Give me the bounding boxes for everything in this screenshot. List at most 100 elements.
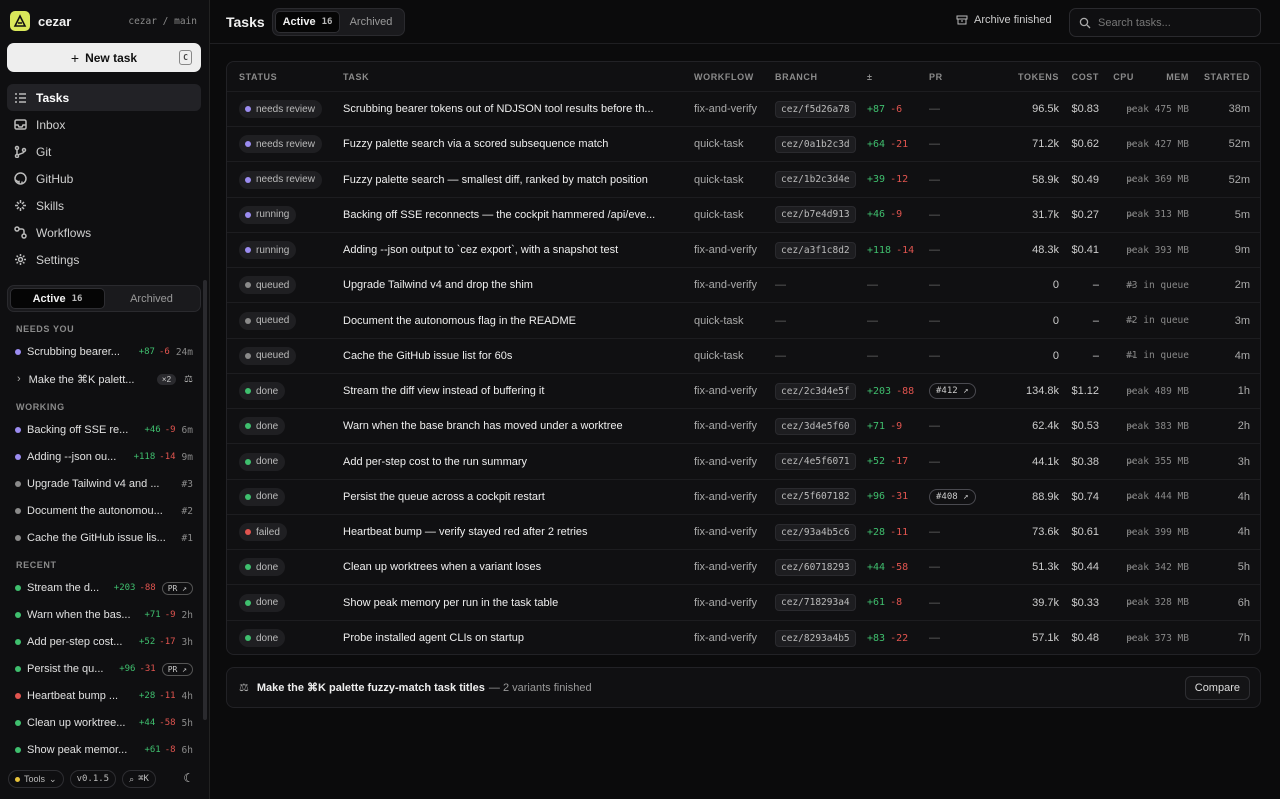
task-cell[interactable]: Cache the GitHub issue list for 60s: [343, 339, 683, 373]
table-row[interactable]: queued Upgrade Tailwind v4 and drop the s…: [227, 268, 1260, 304]
pr-link-badge[interactable]: #408 ↗: [929, 488, 976, 505]
column-header[interactable]: TOKENS: [1018, 62, 1059, 91]
recent-item[interactable]: Persist the qu... +96 -31 PR ↗: [15, 660, 193, 678]
branch-badge[interactable]: cez/60718293: [775, 558, 856, 576]
task-cell[interactable]: Adding --json output to `cez export`, wi…: [343, 233, 683, 267]
task-cell[interactable]: Clean up worktrees when a variant loses: [343, 550, 683, 584]
nav-item-skills[interactable]: Skills: [7, 192, 201, 219]
table-row[interactable]: needs review Fuzzy palette search via a s…: [227, 127, 1260, 163]
theme-toggle-moon-icon[interactable]: ☾: [183, 771, 194, 785]
column-header[interactable]: STATUS: [239, 62, 277, 91]
status-dot-icon: [15, 585, 21, 591]
task-cell[interactable]: Probe installed agent CLIs on startup: [343, 621, 683, 654]
command-search-button[interactable]: ⌕ ⌘K: [122, 770, 156, 788]
task-cell[interactable]: Heartbeat bump — verify stayed red after…: [343, 515, 683, 549]
table-row[interactable]: done Stream the diff view instead of buff…: [227, 374, 1260, 409]
table-row[interactable]: done Add per-step cost to the run summary…: [227, 445, 1260, 480]
task-cell[interactable]: Show peak memory per run in the task tab…: [343, 586, 683, 620]
column-header[interactable]: BRANCH: [775, 62, 818, 91]
brand[interactable]: cezar: [10, 11, 71, 31]
branch-badge[interactable]: cez/5f607182: [775, 488, 856, 506]
needs-you-item[interactable]: Scrubbing bearer... +87 -6 24m: [15, 343, 193, 361]
table-row[interactable]: done Show peak memory per run in the task…: [227, 586, 1260, 621]
pr-link-badge[interactable]: #412 ↗: [929, 383, 976, 399]
task-cell[interactable]: Add per-step cost to the run summary: [343, 445, 683, 479]
sidebar-tab-active[interactable]: Active 16: [10, 288, 105, 309]
pr-link-badge[interactable]: PR ↗: [161, 581, 193, 595]
compare-button[interactable]: Compare: [1184, 676, 1250, 700]
table-row[interactable]: done Clean up worktrees when a variant lo…: [227, 550, 1260, 586]
task-title: Fuzzy palette search via a scored subseq…: [343, 138, 609, 151]
sidebar-scrollbar[interactable]: [203, 280, 207, 720]
nav-item-settings[interactable]: Settings: [7, 246, 201, 273]
task-cell[interactable]: Stream the diff view instead of bufferin…: [343, 374, 683, 408]
table-row[interactable]: running Backing off SSE reconnects — the …: [227, 198, 1260, 233]
branch-badge[interactable]: cez/718293a4: [775, 594, 856, 611]
branch-badge[interactable]: cez/3d4e5f60: [775, 417, 856, 435]
branch-badge[interactable]: cez/93a4b5c6: [775, 523, 856, 541]
column-header[interactable]: STARTED: [1204, 62, 1250, 91]
branch-badge[interactable]: cez/0a1b2c3d: [775, 135, 856, 153]
new-task-button[interactable]: + New task C: [7, 43, 201, 72]
recent-item[interactable]: Clean up worktree... +44 -58 5h: [15, 714, 193, 732]
branch-badge[interactable]: cez/8293a4b5: [775, 629, 856, 647]
tab-archived[interactable]: Archived: [340, 11, 402, 33]
column-header[interactable]: TASK: [343, 62, 683, 91]
column-header[interactable]: CPU: [1113, 62, 1134, 91]
column-header[interactable]: ±: [867, 62, 873, 91]
search-input[interactable]: [1098, 16, 1248, 29]
working-item[interactable]: Backing off SSE re... +46 -9 6m: [15, 421, 193, 439]
working-item[interactable]: Cache the GitHub issue lis... #1: [15, 529, 193, 547]
branch-badge[interactable]: cez/f5d26a78: [775, 100, 856, 118]
task-cell[interactable]: Fuzzy palette search via a scored subseq…: [343, 127, 683, 161]
tab-active[interactable]: Active 16: [275, 11, 340, 33]
task-cell[interactable]: Fuzzy palette search — smallest diff, ra…: [343, 163, 683, 197]
recent-item[interactable]: Add per-step cost... +52 -17 3h: [15, 633, 193, 651]
column-header[interactable]: MEM: [1166, 62, 1189, 91]
column-header[interactable]: PR: [929, 62, 943, 91]
column-header[interactable]: WORKFLOW: [694, 62, 754, 91]
table-row[interactable]: done Probe installed agent CLIs on startu…: [227, 621, 1260, 654]
diff-deletions: -21: [890, 138, 909, 150]
branch-badge[interactable]: cez/a3f1c8d2: [775, 241, 856, 259]
task-cell[interactable]: Persist the queue across a cockpit resta…: [343, 480, 683, 514]
recent-item[interactable]: Show peak memor... +61 -8 6h: [15, 741, 193, 759]
table-row[interactable]: needs review Fuzzy palette search — small…: [227, 163, 1260, 198]
table-row[interactable]: running Adding --json output to `cez expo…: [227, 233, 1260, 268]
chevron-right-icon[interactable]: ›: [17, 373, 21, 385]
table-row[interactable]: queued Cache the GitHub issue list for 60…: [227, 339, 1260, 374]
column-header[interactable]: COST: [1072, 62, 1099, 91]
nav-item-workflows[interactable]: Workflows: [7, 219, 201, 246]
app-root: cezar cezar / main + New task C Tasks Inb…: [0, 0, 1280, 799]
pr-link-badge[interactable]: PR ↗: [161, 662, 193, 676]
diff-cell: +118 -14: [867, 233, 914, 267]
needs-you-item[interactable]: › Make the ⌘K palett... ×2 ⚖: [15, 370, 193, 388]
nav-item-github[interactable]: GitHub: [7, 165, 201, 192]
task-cell[interactable]: Upgrade Tailwind v4 and drop the shim: [343, 268, 683, 302]
nav-item-tasks[interactable]: Tasks: [7, 84, 201, 111]
task-cell[interactable]: Warn when the base branch has moved unde…: [343, 409, 683, 443]
archive-finished-button[interactable]: Archive finished: [956, 14, 1052, 26]
task-cell[interactable]: Document the autonomous flag in the READ…: [343, 304, 683, 338]
table-row[interactable]: done Warn when the base branch has moved …: [227, 409, 1260, 445]
recent-item[interactable]: Heartbeat bump ... +28 -11 4h: [15, 687, 193, 705]
table-row[interactable]: done Persist the queue across a cockpit r…: [227, 480, 1260, 515]
table-row[interactable]: queued Document the autonomous flag in th…: [227, 304, 1260, 339]
branch-badge[interactable]: cez/4e5f6071: [775, 453, 856, 470]
task-cell[interactable]: Scrubbing bearer tokens out of NDJSON to…: [343, 92, 683, 126]
table-row[interactable]: needs review Scrubbing bearer tokens out …: [227, 92, 1260, 127]
branch-badge[interactable]: cez/b7e4d913: [775, 206, 856, 224]
nav-item-git[interactable]: Git: [7, 138, 201, 165]
nav-item-inbox[interactable]: Inbox: [7, 111, 201, 138]
working-item[interactable]: Upgrade Tailwind v4 and ... #3: [15, 475, 193, 493]
working-item[interactable]: Adding --json ou... +118 -14 9m: [15, 448, 193, 466]
working-item[interactable]: Document the autonomou... #2: [15, 502, 193, 520]
recent-item[interactable]: Warn when the bas... +71 -9 2h: [15, 606, 193, 624]
tools-button[interactable]: Tools ⌄: [8, 770, 64, 788]
branch-badge[interactable]: cez/1b2c3d4e: [775, 171, 856, 188]
branch-badge[interactable]: cez/2c3d4e5f: [775, 382, 856, 400]
sidebar-tab-archived[interactable]: Archived: [105, 288, 198, 309]
task-cell[interactable]: Backing off SSE reconnects — the cockpit…: [343, 198, 683, 232]
recent-item[interactable]: Stream the d... +203 -88 PR ↗: [15, 579, 193, 597]
table-row[interactable]: failed Heartbeat bump — verify stayed red…: [227, 515, 1260, 550]
